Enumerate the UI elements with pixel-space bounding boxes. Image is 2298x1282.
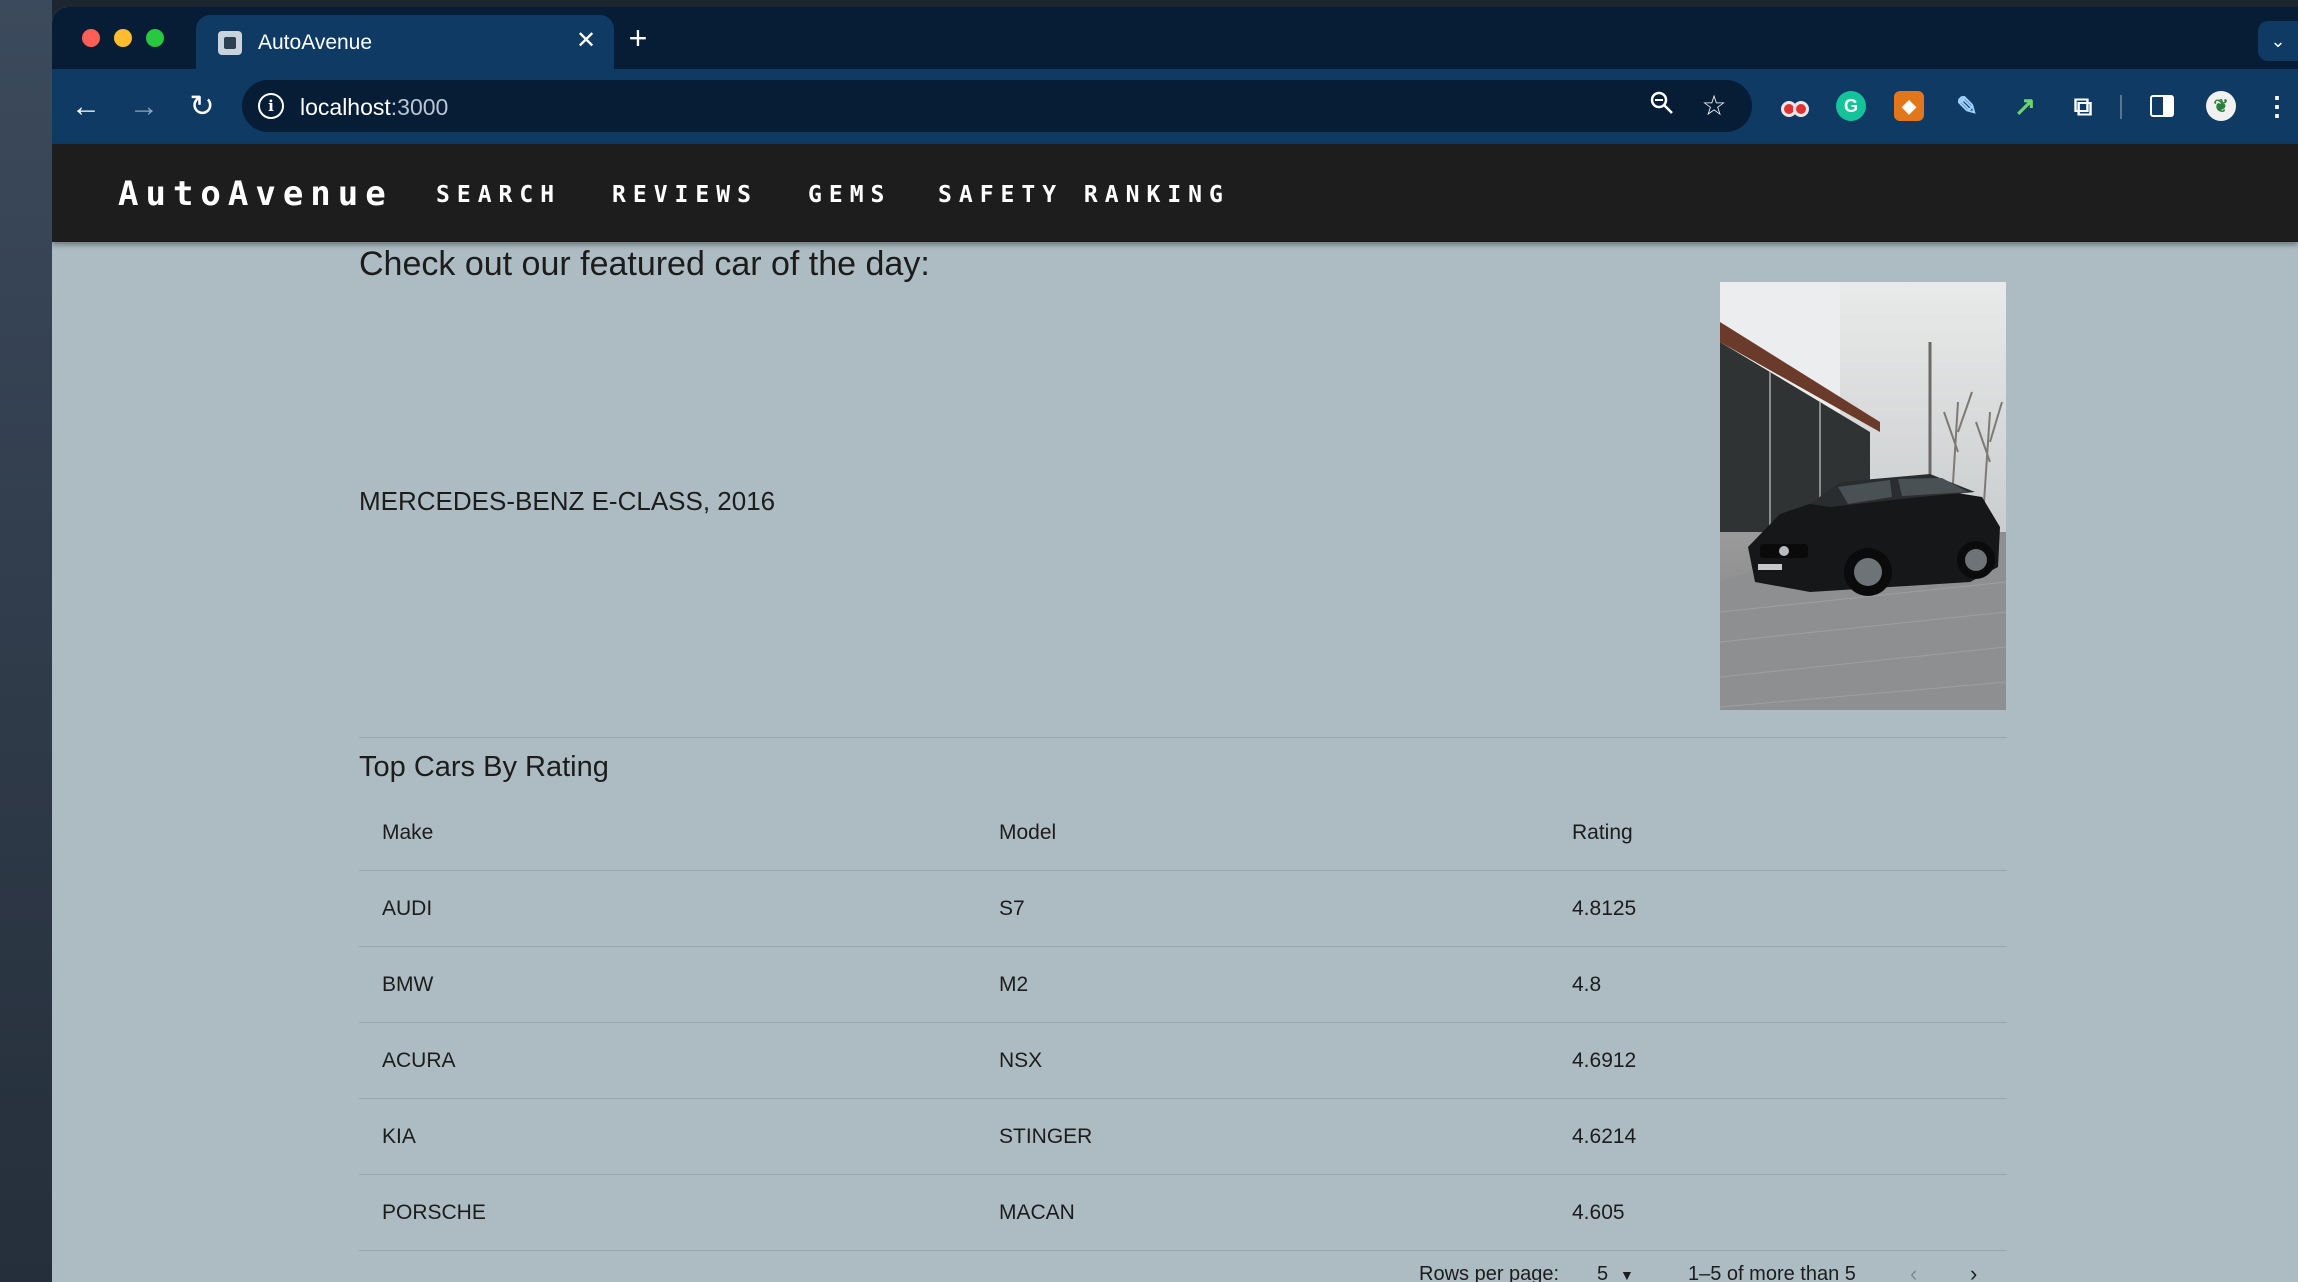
rows-per-page-select[interactable]: 5 [1597,1263,1608,1282]
cell-make: ACURA [382,1049,456,1072]
rows-per-page-label: Rows per page: [1419,1263,1560,1282]
featured-heading: Check out our featured car of the day: [359,245,930,283]
cell-make: AUDI [382,897,433,920]
cell-model: M2 [999,973,1029,996]
forward-arrow-icon[interactable]: → [124,87,164,127]
nav-link-reviews[interactable]: REVIEWS [612,182,758,208]
tab-strip: AutoAvenue ✕ + ⌄ [52,7,2298,69]
side-panel-icon[interactable] [2150,95,2174,117]
zoom-icon[interactable] [1646,90,1678,122]
next-page-icon[interactable]: › [1970,1261,1977,1282]
metamask-fox-extension-icon[interactable]: ◆ [1894,91,1924,121]
featured-car-photo [1720,282,2006,710]
cell-make: KIA [382,1125,416,1148]
site-info-icon[interactable]: i [258,93,284,119]
tab-title: AutoAvenue [258,31,373,54]
growth-chart-extension-icon[interactable]: ↗ [2010,91,2040,121]
featured-car-name: MERCEDES-BENZ E-CLASS, 2016 [359,486,776,516]
table-header-row: Make Model Rating [359,795,2007,871]
minimize-window-button[interactable] [114,29,132,47]
column-header-rating[interactable]: Rating [1572,821,1633,845]
pagination-range: 1–5 of more than 5 [1688,1263,1856,1282]
url-port: :3000 [390,94,449,120]
extensions-puzzle-icon[interactable]: ⧉ [2068,91,2098,121]
site-header: AutoAvenue SEARCH REVIEWS GEMS SAFETY RA… [52,144,2298,242]
tab-autoavenue[interactable]: AutoAvenue ✕ [196,15,614,69]
grammarly-extension-icon[interactable]: G [1836,91,1866,121]
cell-rating: 4.8125 [1572,897,1637,920]
reload-icon[interactable]: ↻ [182,87,222,127]
column-header-model[interactable]: Model [999,821,1056,845]
browser-menu-kebab-icon[interactable]: ⋮ [2264,91,2290,121]
pen-extension-icon[interactable]: ✎ [1952,91,1982,121]
cell-model: NSX [999,1049,1043,1072]
cell-rating: 4.6912 [1572,1049,1637,1072]
maximize-window-button[interactable] [146,29,164,47]
address-bar[interactable]: i localhost:3000 ☆ [242,80,1752,132]
favicon-icon [218,31,242,55]
new-tab-button[interactable]: + [622,22,654,55]
table-row[interactable]: PORSCHE MACAN 4.605 [359,1175,2007,1251]
section-divider [359,737,2007,738]
select-caret-icon[interactable]: ▼ [1620,1267,1634,1282]
top-cars-title: Top Cars By Rating [359,751,609,783]
cell-make: PORSCHE [382,1201,486,1224]
profile-avatar-icon[interactable]: ❦ [2206,91,2236,121]
table-row[interactable]: ACURA NSX 4.6912 [359,1023,2007,1099]
cell-model: MACAN [999,1201,1075,1224]
previous-page-icon[interactable]: ‹ [1910,1261,1917,1282]
nav-link-safety-ranking[interactable]: SAFETY RANKING [938,182,1230,208]
tab-close-icon[interactable]: ✕ [572,27,600,55]
desktop-background [0,0,52,1282]
browser-window: AutoAvenue ✕ + ⌄ ← → ↻ i localhost:3000 … [52,7,2298,1282]
cell-rating: 4.605 [1572,1201,1625,1224]
browser-toolbar: ← → ↻ i localhost:3000 ☆ G ◆ ✎ ↗ ⧉ ❦ ⋮ [52,69,2298,144]
top-cars-table: Make Model Rating AUDI S7 4.8125 BMW M2 … [359,795,2007,1251]
table-pagination: Rows per page: 5 ▼ 1–5 of more than 5 ‹ … [52,1261,2298,1282]
toolbar-divider [2120,95,2122,119]
cell-rating: 4.6214 [1572,1125,1637,1148]
brand-logo[interactable]: AutoAvenue [118,174,393,214]
table-row[interactable]: KIA STINGER 4.6214 [359,1099,2007,1175]
nav-link-search[interactable]: SEARCH [436,182,561,208]
back-arrow-icon[interactable]: ← [66,87,106,127]
table-row[interactable]: BMW M2 4.8 [359,947,2007,1023]
bookmark-star-icon[interactable]: ☆ [1698,90,1730,122]
cell-model: S7 [999,897,1025,920]
glasses-extension-icon[interactable] [1778,91,1809,121]
url-text[interactable]: localhost:3000 [300,94,448,121]
tab-search-chevron-icon[interactable]: ⌄ [2258,21,2298,61]
nav-link-gems[interactable]: GEMS [808,182,891,208]
column-header-make[interactable]: Make [382,821,433,845]
cell-model: STINGER [999,1125,1093,1148]
cell-make: BMW [382,973,434,996]
table-row[interactable]: AUDI S7 4.8125 [359,871,2007,947]
cell-rating: 4.8 [1572,973,1602,996]
close-window-button[interactable] [82,29,100,47]
url-host: localhost [300,94,391,120]
